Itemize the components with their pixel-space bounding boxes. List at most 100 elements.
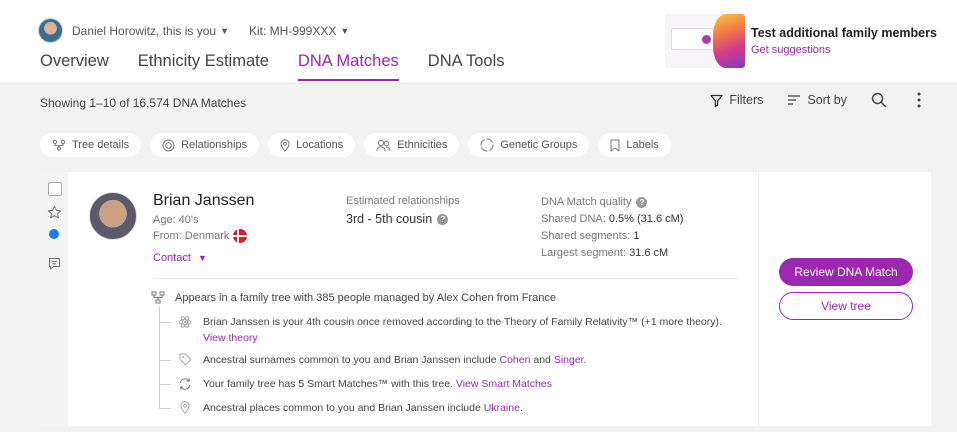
sort-icon (788, 95, 801, 105)
help-icon[interactable]: ? (636, 196, 648, 208)
more-vertical-icon (917, 92, 921, 108)
review-dna-match-button[interactable]: Review DNA Match (779, 258, 913, 286)
estimated-value-text: 3rd - 5th cousin (346, 212, 433, 226)
chevron-down-icon: ▼ (197, 253, 207, 263)
more-options-button[interactable] (917, 92, 927, 108)
chevron-down-icon: ▼ (340, 25, 350, 36)
card-divider (153, 278, 739, 279)
location-pin-icon (180, 401, 190, 414)
match-origin: From: Denmark (153, 229, 248, 243)
surnames-end: . (583, 354, 587, 366)
tab-dna-matches[interactable]: DNA Matches (297, 52, 399, 81)
denmark-flag-icon (233, 229, 248, 243)
shared-dna-label: Shared DNA: (541, 213, 606, 225)
note-icon[interactable] (48, 257, 61, 270)
place-link-ukraine[interactable]: Ukraine (484, 402, 520, 414)
contact-dropdown[interactable]: Contact ▼ (153, 252, 207, 264)
quality-label: DNA Match quality (541, 196, 632, 208)
view-smart-matches-link[interactable]: View Smart Matches (456, 378, 552, 390)
match-name[interactable]: Brian Janssen (153, 192, 254, 210)
bookmark-icon (610, 139, 620, 151)
star-icon[interactable] (47, 205, 62, 220)
places-text: Ancestral places common to you and Brian… (203, 402, 481, 414)
chip-label: Locations (296, 139, 344, 151)
sync-icon (179, 378, 191, 390)
theory-text: Brian Janssen is your 4th cousin once re… (203, 316, 722, 328)
tag-icon (177, 353, 193, 366)
search-icon (871, 92, 887, 108)
chip-label: Tree details (72, 139, 130, 151)
surname-link-cohen[interactable]: Cohen (500, 354, 531, 366)
select-checkbox[interactable] (48, 182, 62, 196)
from-label: From: (153, 230, 182, 242)
match-card: Brian Janssen Age: 40's From: Denmark Co… (40, 172, 931, 426)
promo-kit-image[interactable] (665, 14, 745, 68)
insight-places-text: Ancestral places common to you and Brian… (203, 400, 523, 416)
filters-button[interactable]: Filters (710, 93, 763, 107)
largest-segment-value: 31.6 cM (629, 247, 669, 259)
estimated-relationship-value[interactable]: 3rd - 5th cousin ? (346, 212, 449, 226)
insight-places: Ancestral places common to you and Brian… (159, 400, 523, 416)
shared-dna-value: 0.5% (31.6 cM) (608, 213, 684, 225)
shared-dna: Shared DNA: 0.5% (31.6 cM) (541, 213, 683, 226)
search-button[interactable] (871, 92, 893, 108)
branch-tick (159, 384, 171, 385)
surname-link-singer[interactable]: Singer (554, 354, 584, 366)
smart-text: Your family tree has 5 Smart Matches™ wi… (203, 378, 453, 390)
top-header: Daniel Horowitz, this is you ▼ Kit: MH-9… (0, 0, 957, 84)
largest-segment-label: Largest segment: (541, 247, 626, 259)
surnames-and: and (533, 354, 551, 366)
chip-label: Ethnicities (397, 139, 448, 151)
user-label[interactable]: Daniel Horowitz, this is you (72, 24, 216, 38)
shared-segments: Shared segments: 1 (541, 230, 683, 243)
match-actions: Review DNA Match View tree (758, 172, 931, 426)
user-selector[interactable]: Daniel Horowitz, this is you ▼ Kit: MH-9… (38, 18, 349, 43)
filters-label: Filters (729, 93, 764, 107)
help-icon[interactable]: ? (437, 213, 449, 225)
tab-ethnicity-estimate[interactable]: Ethnicity Estimate (138, 52, 269, 81)
user-avatar (38, 18, 63, 43)
filter-chips: Tree details Relationships Locations Eth… (40, 133, 680, 157)
tab-overview[interactable]: Overview (40, 52, 109, 81)
match-avatar[interactable] (89, 192, 137, 240)
relationships-icon (162, 139, 175, 151)
largest-segment: Largest segment: 31.6 cM (541, 247, 683, 260)
main-nav: Overview Ethnicity Estimate DNA Matches … (40, 52, 534, 81)
chip-tree-details[interactable]: Tree details (40, 133, 142, 157)
view-tree-button[interactable]: View tree (779, 292, 913, 320)
estimated-relationships-label: Estimated relationships (346, 195, 460, 207)
insight-surnames-text: Ancestral surnames common to you and Bri… (203, 352, 587, 368)
results-summary: Showing 1–10 of 16,574 DNA Matches (40, 96, 247, 110)
tree-summary-text: Appears in a family tree with 385 people… (175, 291, 556, 304)
insight-theory: Brian Janssen is your 4th cousin once re… (159, 314, 744, 346)
chip-labels[interactable]: Labels (598, 133, 671, 157)
insight-theory-text: Brian Janssen is your 4th cousin once re… (203, 314, 743, 346)
sync-icon (177, 377, 193, 391)
contact-label: Contact (153, 252, 191, 264)
chip-genetic-groups[interactable]: Genetic Groups (468, 133, 590, 157)
promo-title: Test additional family members (751, 26, 937, 40)
quality-title: DNA Match quality ? (541, 195, 683, 209)
atom-icon (177, 315, 193, 329)
branch-tick (159, 408, 171, 409)
branch-tick (159, 322, 171, 323)
filter-icon (710, 94, 724, 107)
sort-label: Sort by (807, 93, 847, 107)
from-value: Denmark (184, 230, 230, 242)
chip-relationships[interactable]: Relationships (150, 133, 260, 157)
match-age: Age: 40's (153, 214, 199, 226)
promo-link[interactable]: Get suggestions (751, 44, 831, 56)
tab-dna-tools[interactable]: DNA Tools (428, 52, 505, 81)
kit-label[interactable]: Kit: MH-999XXX (249, 24, 336, 38)
chip-ethnicities[interactable]: Ethnicities (364, 133, 460, 157)
shared-segments-label: Shared segments: (541, 230, 631, 242)
insight-smart-matches: Your family tree has 5 Smart Matches™ wi… (159, 376, 552, 392)
card-side-rail (40, 172, 68, 426)
sort-button[interactable]: Sort by (787, 93, 847, 107)
dna-match-quality: DNA Match quality ? Shared DNA: 0.5% (31… (541, 195, 683, 260)
view-theory-link[interactable]: View theory (203, 332, 258, 344)
tree-summary: Appears in a family tree with 385 people… (151, 291, 556, 304)
toolbar-actions: Filters Sort by (686, 92, 927, 108)
chip-locations[interactable]: Locations (268, 133, 356, 157)
family-tree-icon (151, 291, 165, 304)
